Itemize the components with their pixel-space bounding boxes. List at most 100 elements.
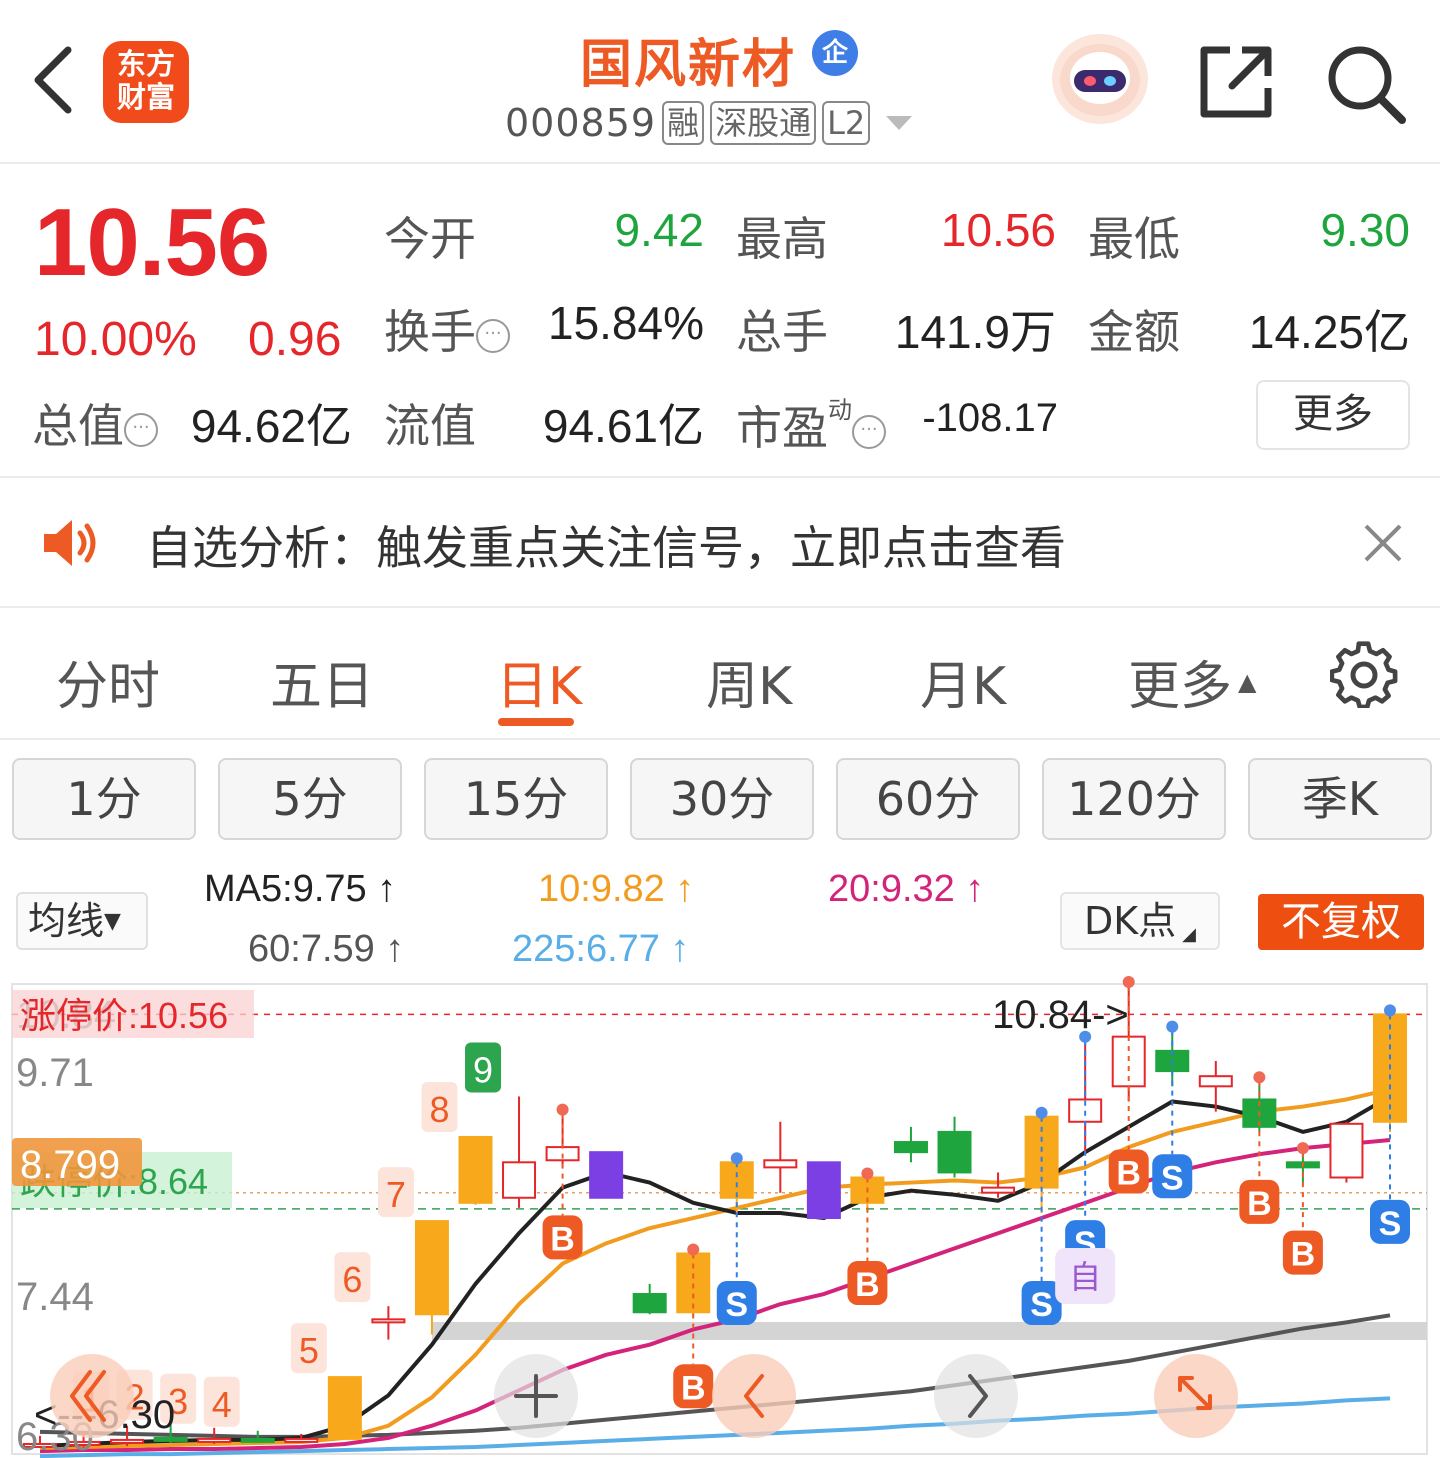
last-price: 10.56 xyxy=(34,189,270,296)
signal-label: B xyxy=(550,1220,575,1258)
dk-point-label: DK点 xyxy=(1083,899,1177,943)
day-count-label: 4 xyxy=(212,1384,232,1425)
logo-text-2: 财富 xyxy=(116,80,175,114)
day-count-label: 8 xyxy=(429,1089,449,1130)
candle-body xyxy=(937,1130,972,1174)
share-icon[interactable] xyxy=(1196,42,1276,122)
candle-body xyxy=(763,1159,798,1169)
tab-monthly-k[interactable]: 月K xyxy=(920,644,1006,719)
tab-daily-k[interactable]: 日K xyxy=(496,644,582,719)
stock-code-row[interactable]: 000859 融 深股通 L2 xyxy=(505,100,913,146)
no-adjust-button[interactable]: 不复权 xyxy=(1258,894,1424,950)
up-arrow-icon: ↑ xyxy=(664,868,695,910)
candle-body xyxy=(1329,1122,1364,1179)
y-label: 9.71 xyxy=(16,1051,94,1095)
info-icon[interactable]: ··· xyxy=(124,412,158,447)
speaker-icon xyxy=(44,520,96,566)
stock-name: 国风新材 xyxy=(580,35,797,95)
dropdown-arrow-icon[interactable] xyxy=(886,116,913,130)
dropdown-arrow-icon: ▼ xyxy=(104,909,121,934)
close-icon[interactable] xyxy=(1358,518,1408,568)
interval-quarter-k-button[interactable]: 季K xyxy=(1248,758,1432,840)
signal-label: B xyxy=(1247,1185,1272,1223)
candle-body xyxy=(197,1437,232,1443)
ma-select[interactable]: 均线▼ xyxy=(16,892,148,950)
signal-dot xyxy=(1296,1142,1309,1155)
next-button[interactable] xyxy=(934,1354,1018,1438)
signal-label: S xyxy=(1161,1159,1184,1197)
tab-five-day[interactable]: 五日 xyxy=(270,644,374,719)
divider xyxy=(0,738,1440,740)
connect-tag: 深股通 xyxy=(710,101,817,145)
tab-more[interactable]: 更多 ▲ xyxy=(1128,644,1256,719)
notice-text[interactable]: 自选分析：触发重点关注信号，立即点击查看 xyxy=(146,512,1066,578)
search-icon[interactable] xyxy=(1324,42,1408,126)
candle-body xyxy=(502,1161,537,1199)
pe-value: -108.17 xyxy=(922,396,1058,440)
stock-code: 000859 xyxy=(505,101,657,145)
candle-body xyxy=(981,1186,1016,1194)
active-tab-indicator xyxy=(498,718,574,726)
pe-label: 市盈动··· xyxy=(736,390,886,458)
candle-body xyxy=(371,1318,406,1324)
interval-120min-button[interactable]: 120分 xyxy=(1042,758,1226,840)
info-icon[interactable]: ··· xyxy=(852,414,886,449)
up-arrow-icon: ↑ xyxy=(954,868,985,910)
signal-label: S xyxy=(725,1286,748,1324)
up-arrow-icon: ↑ xyxy=(366,868,397,910)
candle-body xyxy=(153,1436,188,1442)
candle-body xyxy=(1198,1075,1233,1088)
signal-dot xyxy=(687,1243,700,1256)
candle-body xyxy=(458,1135,493,1204)
info-icon[interactable]: ··· xyxy=(476,318,510,353)
turnover-label-text: 换手 xyxy=(384,305,476,359)
day-count-label: 9 xyxy=(473,1049,493,1090)
amount-value: 14.25亿 xyxy=(1248,306,1410,358)
interval-5min-button[interactable]: 5分 xyxy=(218,758,402,840)
interval-15min-button[interactable]: 15分 xyxy=(424,758,608,840)
y-label: 7.44 xyxy=(16,1275,94,1319)
pe-dynamic-mark: 动 xyxy=(828,396,852,424)
tab-intraday[interactable]: 分时 xyxy=(56,644,160,719)
corner-triangle-icon: ◢ xyxy=(1182,924,1197,945)
signal-dot xyxy=(1166,1020,1179,1033)
top-header: 东方 财富 国风新材 企 000859 融 深股通 L2 xyxy=(0,0,1440,164)
tab-weekly-k[interactable]: 周K xyxy=(706,644,792,719)
candle-body xyxy=(676,1252,711,1314)
open-label: 今开 xyxy=(384,212,476,266)
day-count-label: 6 xyxy=(342,1259,362,1300)
l2-tag: L2 xyxy=(822,101,871,145)
self-marker-label: 自 xyxy=(1069,1258,1101,1296)
divider xyxy=(0,606,1440,608)
day-count-label: 5 xyxy=(299,1330,319,1371)
candle-body xyxy=(632,1293,667,1314)
back-arrow-icon[interactable] xyxy=(22,40,86,120)
gear-icon[interactable] xyxy=(1330,640,1398,708)
ma225-legend: 225:6.77 ↑ xyxy=(512,928,689,971)
margin-tag: 融 xyxy=(662,101,705,145)
logo-text-1: 东方 xyxy=(116,47,175,81)
change-percent: 10.00% xyxy=(34,313,197,366)
triangle-up-icon: ▲ xyxy=(1238,668,1257,696)
interval-1min-button[interactable]: 1分 xyxy=(12,758,196,840)
volume-value: 141.9万 xyxy=(894,306,1056,358)
float-cap-value: 94.61亿 xyxy=(542,400,704,452)
market-cap-label-text: 总值 xyxy=(32,399,124,453)
previous-button[interactable] xyxy=(712,1354,796,1438)
high-label: 最高 xyxy=(736,212,828,266)
dk-point-button[interactable]: DK点 ◢ xyxy=(1060,892,1220,950)
ma-select-label: 均线 xyxy=(28,899,105,943)
assistant-robot-icon[interactable] xyxy=(1052,34,1148,124)
rewind-button[interactable] xyxy=(50,1354,134,1438)
signal-dot xyxy=(1035,1106,1048,1119)
up-arrow-icon: ↑ xyxy=(374,928,405,970)
ma5-value: MA5:9.75 xyxy=(204,868,367,910)
candle-body xyxy=(414,1220,449,1316)
support-band xyxy=(432,1322,1427,1340)
ma5-legend: MA5:9.75 ↑ xyxy=(204,868,396,911)
more-quote-button[interactable]: 更多 xyxy=(1256,380,1410,450)
ma20-value: 20:9.32 xyxy=(828,868,955,910)
interval-30min-button[interactable]: 30分 xyxy=(630,758,814,840)
interval-60min-button[interactable]: 60分 xyxy=(836,758,1020,840)
kline-chart[interactable]: 123456789BBSBSSBSBBS自10.84涨停价:10.569.71跌… xyxy=(0,976,1440,1458)
